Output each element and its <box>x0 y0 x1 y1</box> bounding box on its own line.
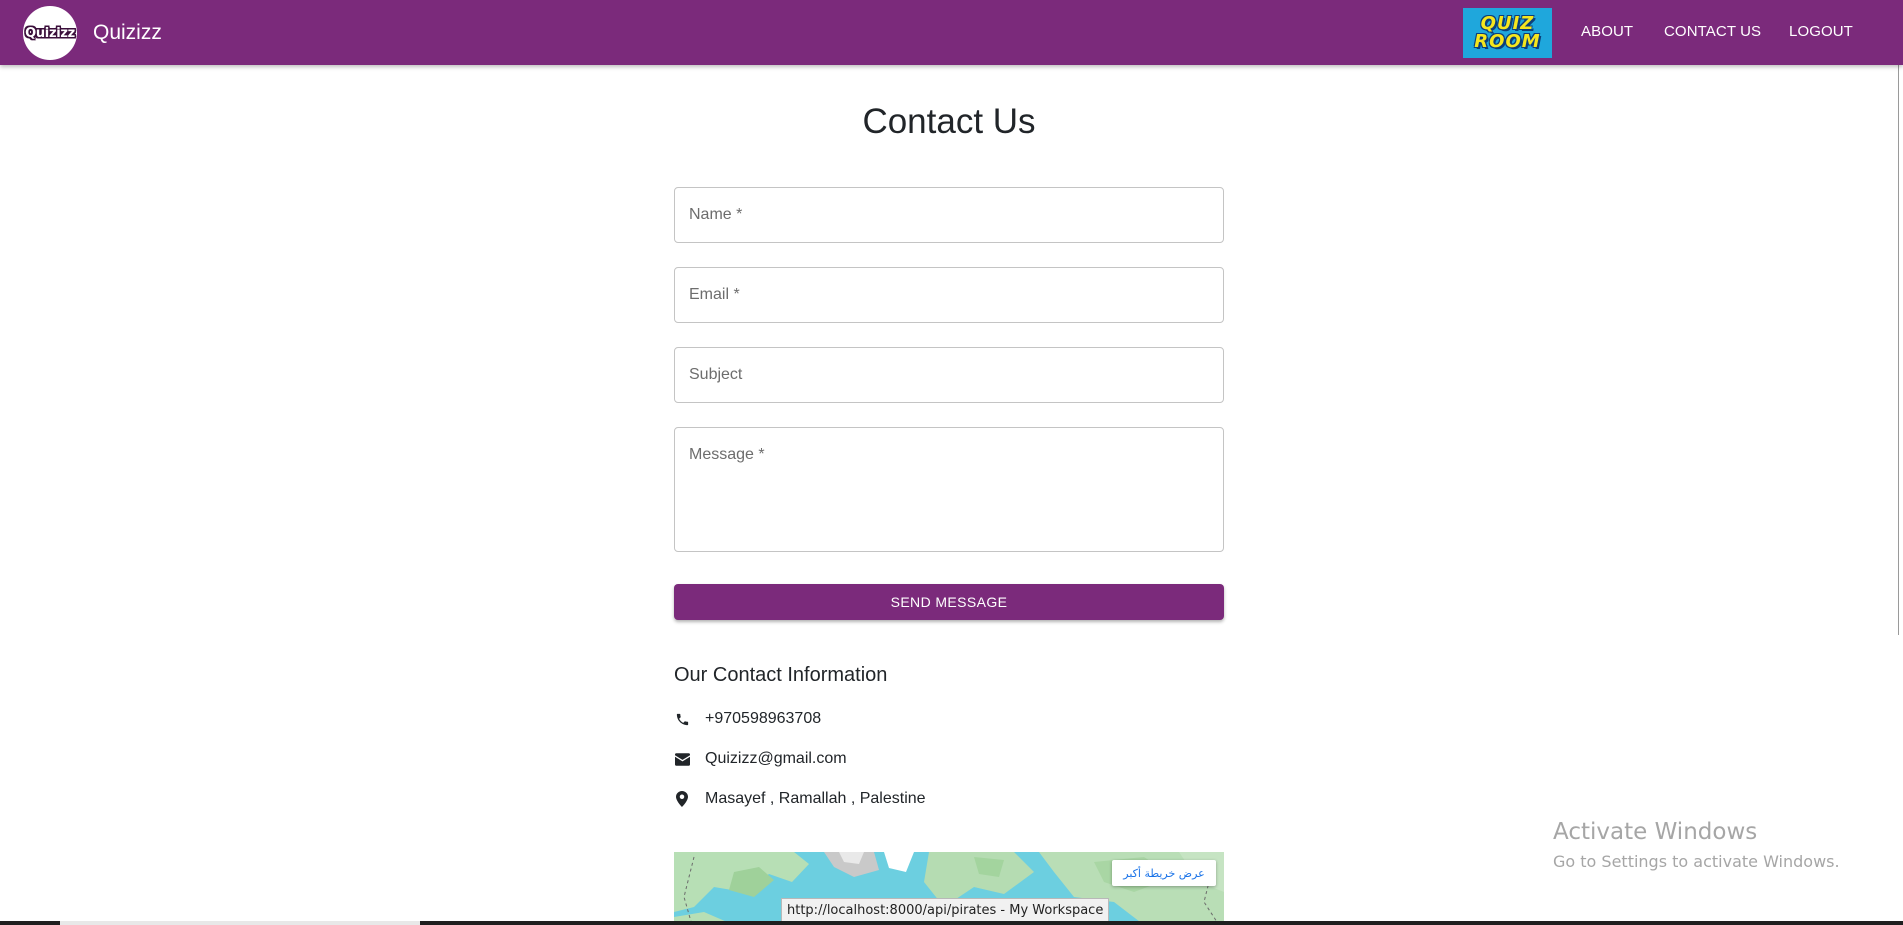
quizizz-logo-text: Quizizz <box>25 25 75 41</box>
page-edge-divider <box>1898 65 1899 635</box>
nav-link-about[interactable]: ABOUT <box>1581 23 1633 40</box>
page-title: Contact Us <box>862 102 1036 141</box>
top-navbar: Quizizz Quizizz QUIZ ROOM ABOUT CONTACT … <box>0 0 1903 65</box>
activate-windows-title: Activate Windows <box>1553 819 1758 845</box>
contact-phone-row: +970598963708 <box>674 708 821 730</box>
contact-page: Quizizz Quizizz QUIZ ROOM ABOUT CONTACT … <box>0 0 1903 925</box>
status-bar-url: http://localhost:8000/api/pirates - My W… <box>781 898 1110 922</box>
email-input[interactable] <box>674 267 1224 323</box>
contact-email: Quizizz@gmail.com <box>705 750 847 767</box>
name-input[interactable] <box>674 187 1224 243</box>
nav-link-contact-us[interactable]: CONTACT US <box>1664 23 1761 40</box>
quizizz-logo: Quizizz <box>23 6 77 60</box>
brand-name: Quizizz <box>93 21 162 44</box>
view-larger-map-button[interactable]: عرض خريطة أكبر <box>1112 860 1216 886</box>
send-message-button[interactable]: SEND MESSAGE <box>674 584 1224 620</box>
activate-windows-subtitle: Go to Settings to activate Windows. <box>1553 852 1840 871</box>
contact-address: Masayef , Ramallah , Palestine <box>705 790 926 807</box>
contact-address-row: Masayef , Ramallah , Palestine <box>674 788 926 810</box>
contact-info-heading: Our Contact Information <box>674 664 888 686</box>
contact-email-row: Quizizz@gmail.com <box>674 748 847 770</box>
taskbar-edge-highlight <box>60 921 420 925</box>
contact-phone: +970598963708 <box>705 710 822 727</box>
location-pin-icon <box>674 791 690 807</box>
brand-home-link[interactable]: Quizizz Quizizz <box>23 6 162 60</box>
quizroom-logo-line2: ROOM <box>1474 31 1541 52</box>
phone-icon <box>674 711 690 727</box>
message-textarea[interactable] <box>674 427 1224 552</box>
nav-link-logout[interactable]: LOGOUT <box>1789 23 1853 40</box>
quizroom-logo[interactable]: QUIZ ROOM <box>1463 8 1552 58</box>
envelope-icon <box>674 751 690 767</box>
subject-input[interactable] <box>674 347 1224 403</box>
